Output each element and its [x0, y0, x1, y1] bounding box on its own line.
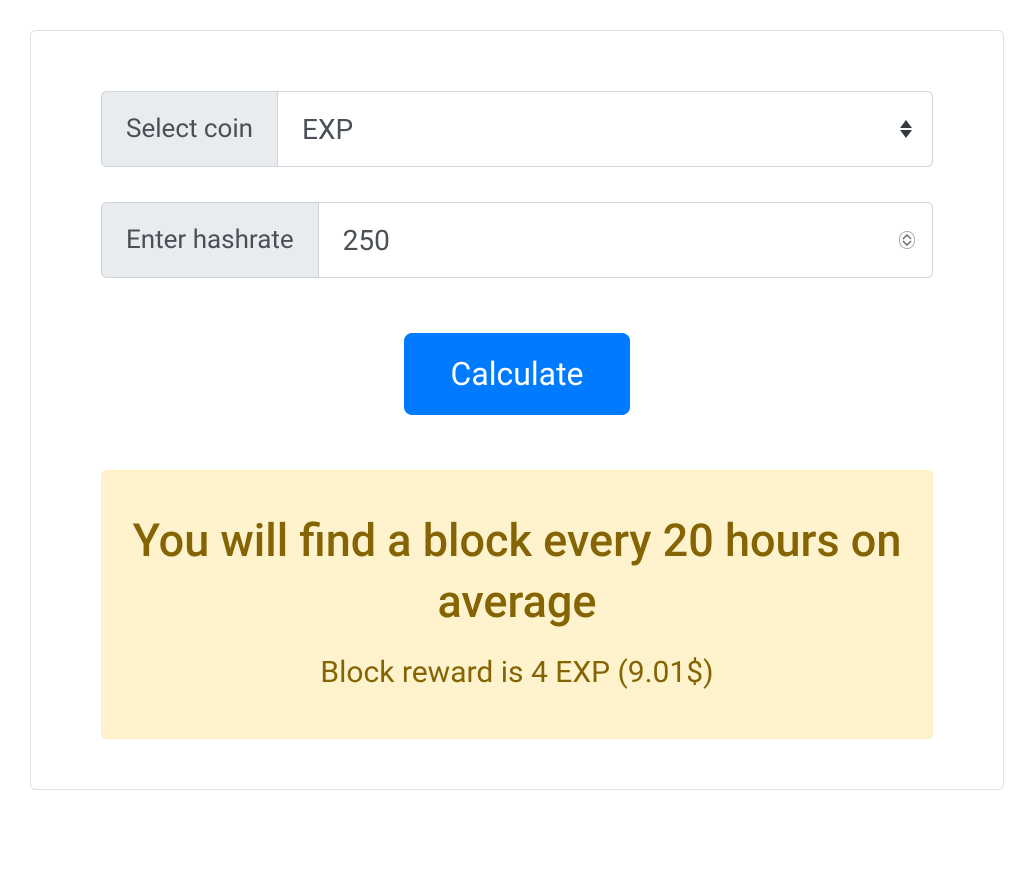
- result-alert: You will find a block every 20 hours on …: [101, 470, 933, 739]
- coin-select-wrapper: EXP: [277, 91, 933, 167]
- hashrate-input-wrapper: [318, 202, 933, 278]
- hashrate-input[interactable]: [318, 202, 933, 278]
- coin-select[interactable]: EXP: [277, 91, 933, 167]
- result-reward: Block reward is 4 EXP (9.01$): [132, 655, 902, 690]
- hashrate-label: Enter hashrate: [101, 202, 318, 278]
- coin-input-group: Select coin EXP: [101, 91, 933, 167]
- hashrate-input-group: Enter hashrate: [101, 202, 933, 278]
- coin-label: Select coin: [101, 91, 277, 167]
- button-row: Calculate: [101, 333, 933, 415]
- result-headline: You will find a block every 20 hours on …: [132, 511, 902, 633]
- calculator-card: Select coin EXP Enter hashrate Calculate…: [30, 30, 1004, 790]
- calculate-button[interactable]: Calculate: [404, 333, 629, 415]
